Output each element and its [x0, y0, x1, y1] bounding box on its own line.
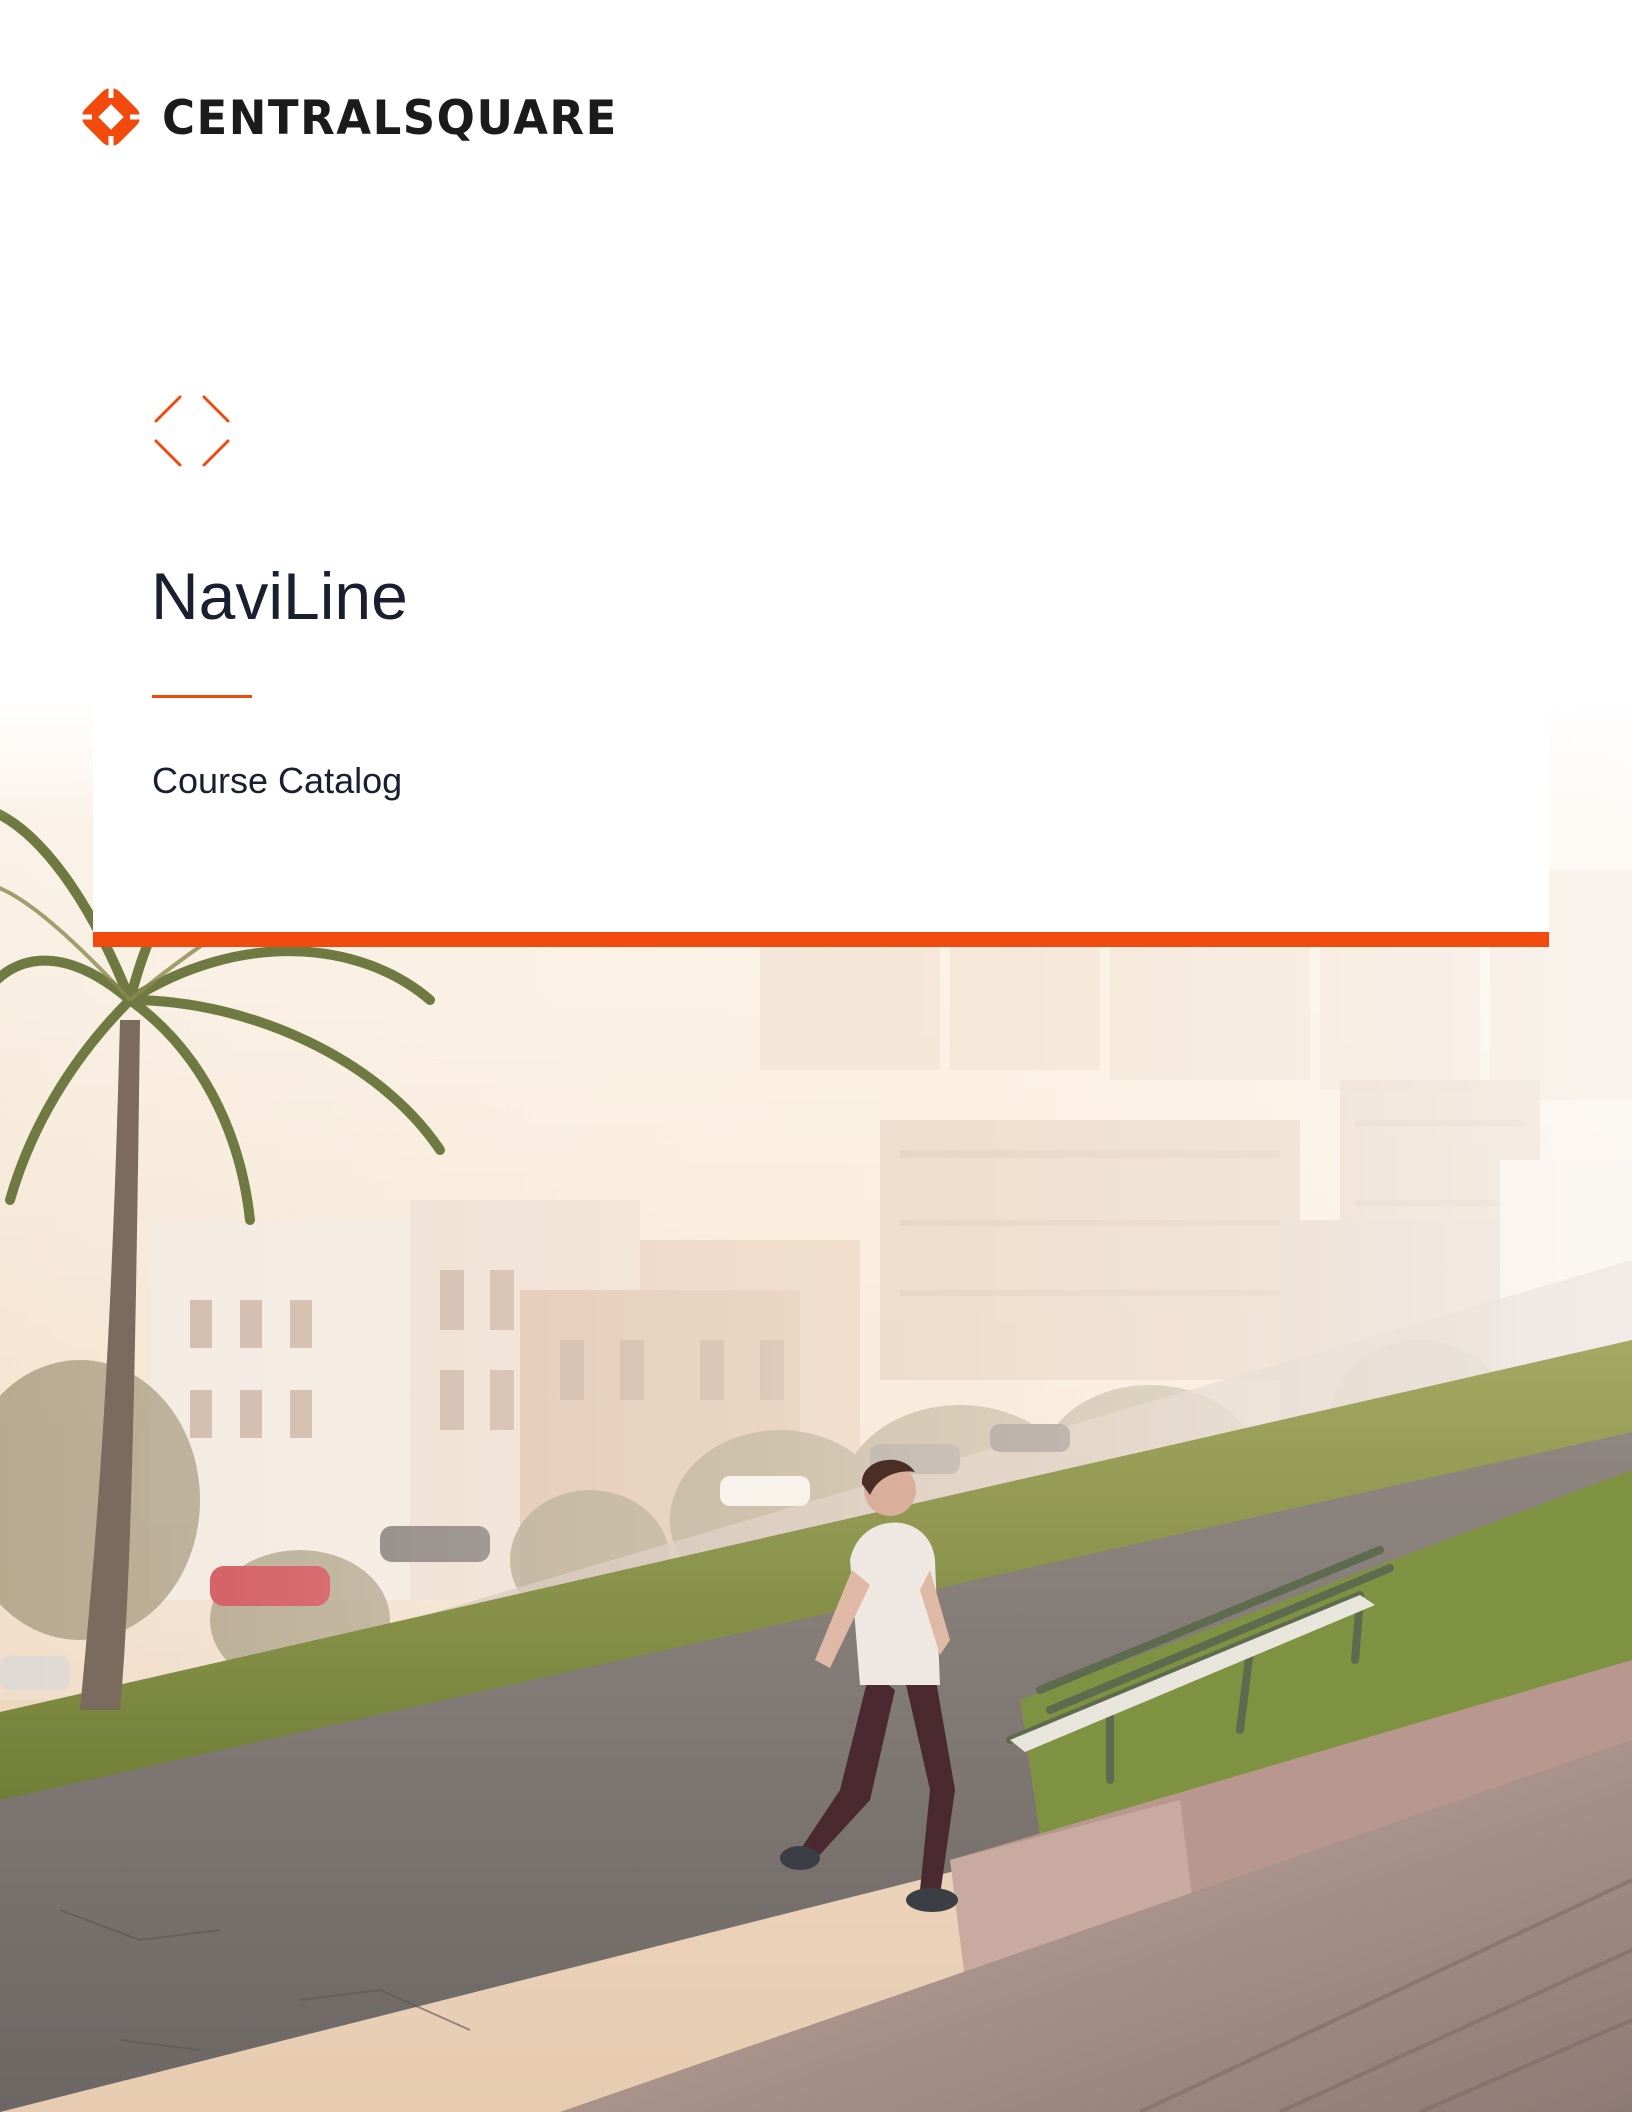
brand-logo: CENTRALSQUARE	[80, 86, 618, 148]
cover-page: CENTRALSQUARE NaviLine Course Catalog	[0, 0, 1632, 2112]
chevron-diamond-icon	[154, 395, 230, 467]
title-divider	[152, 695, 252, 698]
document-title: NaviLine	[151, 559, 408, 633]
diamond-logo-icon	[80, 86, 142, 148]
card-accent-bar	[93, 932, 1549, 947]
document-subtitle: Course Catalog	[152, 760, 403, 801]
brand-wordmark: CENTRALSQUARE	[162, 89, 618, 145]
